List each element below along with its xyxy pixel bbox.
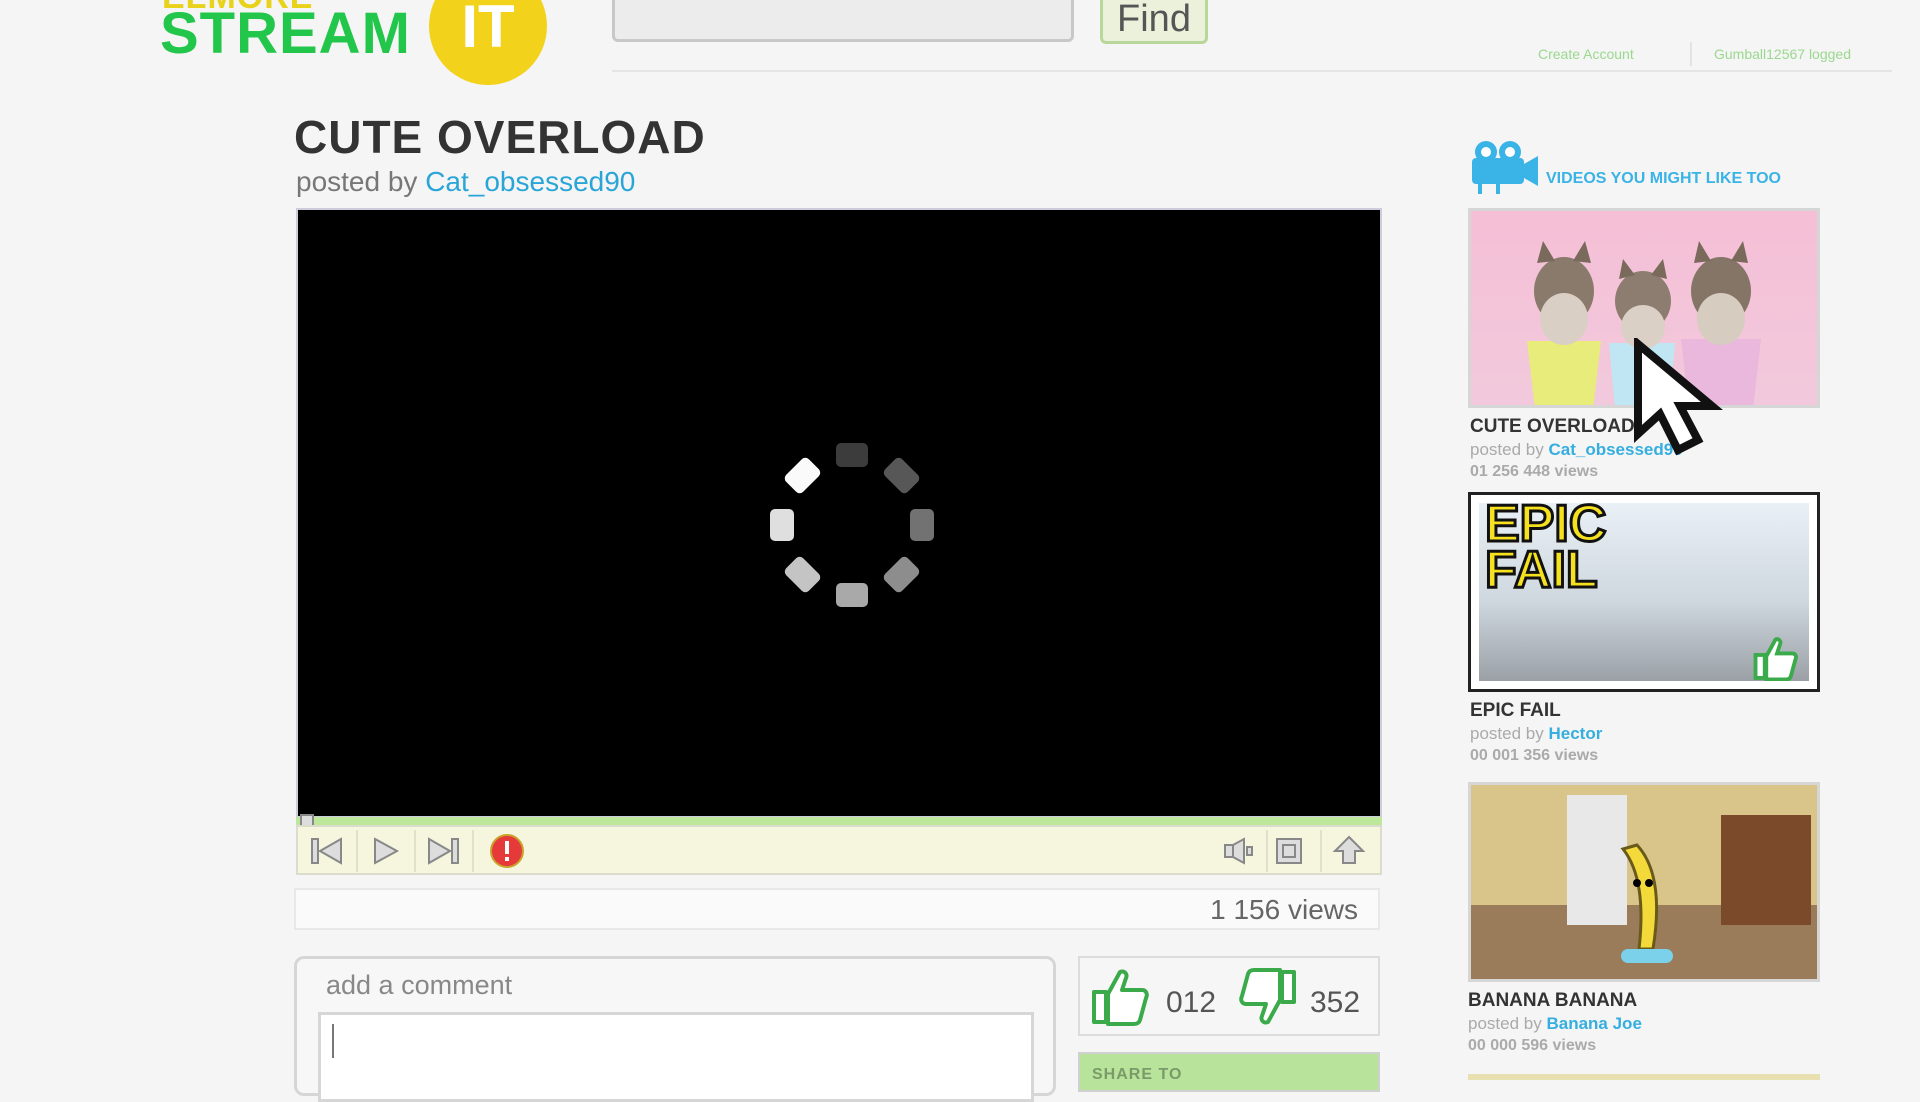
spinner-segment xyxy=(784,556,821,593)
video-author-link[interactable]: Cat_obsessed90 xyxy=(425,166,635,197)
like-count: 012 xyxy=(1166,986,1217,1019)
recommended-views: 00 000 596 views xyxy=(1468,1037,1597,1054)
recommendations-header: VIDEOS YOU MIGHT LIKE TOO xyxy=(1546,170,1781,187)
recommended-posted-by: posted by Banana Joe xyxy=(1468,1014,1642,1034)
volume-icon[interactable] xyxy=(1212,832,1266,870)
skip-back-icon[interactable] xyxy=(300,832,354,870)
spinner-segment xyxy=(883,457,920,494)
posted-by-label: posted by xyxy=(1470,440,1544,459)
fullscreen-icon[interactable] xyxy=(1262,832,1316,870)
spinner-segment xyxy=(770,509,794,541)
thumbs-up-icon[interactable] xyxy=(1090,966,1154,1026)
alert-icon[interactable] xyxy=(480,832,534,870)
posted-by-label: posted by xyxy=(296,166,418,197)
views-bar: 1 156 views xyxy=(294,888,1380,930)
recommended-title[interactable]: EPIC FAIL xyxy=(1470,700,1561,722)
spinner-segment xyxy=(883,556,920,593)
comment-input[interactable] xyxy=(318,1012,1034,1102)
video-camera-icon xyxy=(1472,141,1538,194)
video-posted-by: posted by Cat_obsessed90 xyxy=(296,166,635,198)
posted-by-label: posted by xyxy=(1468,1014,1542,1033)
search-input[interactable] xyxy=(612,0,1074,42)
recommended-title[interactable]: BANANA BANANA xyxy=(1468,990,1637,1012)
skip-forward-icon[interactable] xyxy=(416,832,470,870)
video-thumbnail-epic-fail[interactable]: EPIC FAIL xyxy=(1468,492,1820,692)
video-thumbnail-banana-banana[interactable] xyxy=(1468,782,1820,982)
spinner-segment xyxy=(784,457,821,494)
recommended-author-link[interactable]: Hector xyxy=(1548,724,1602,743)
video-title: CUTE OVERLOAD xyxy=(294,111,706,163)
recommended-views: 00 001 356 views xyxy=(1470,747,1599,764)
logo-text[interactable]: STREAM xyxy=(160,0,411,67)
create-account-link[interactable]: Create Account xyxy=(1538,46,1634,62)
recommended-author-link[interactable]: Banana Joe xyxy=(1546,1014,1641,1033)
find-button[interactable]: Find xyxy=(1100,0,1208,44)
mouse-cursor-icon xyxy=(1634,338,1724,456)
thumbs-up-icon xyxy=(1753,637,1798,681)
recommended-posted-by: posted by Hector xyxy=(1470,724,1602,744)
recommended-views: 01 256 448 views xyxy=(1470,463,1599,480)
control-divider xyxy=(472,830,474,872)
play-icon[interactable] xyxy=(358,832,412,870)
logo-badge[interactable]: IT xyxy=(429,0,547,85)
text-caret xyxy=(332,1024,334,1058)
comment-label: add a comment xyxy=(326,970,513,1000)
thumbs-down-icon[interactable] xyxy=(1234,968,1298,1028)
spinner-segment xyxy=(910,509,934,541)
header-divider xyxy=(1690,42,1692,66)
recommended-title[interactable]: CUTE OVERLOAD xyxy=(1470,416,1635,438)
spinner-segment xyxy=(836,583,868,607)
view-count: 1 156 views xyxy=(1210,894,1358,925)
next-thumbnail-edge xyxy=(1468,1074,1820,1080)
header-divider-line xyxy=(612,70,1892,72)
epic-fail-overlay-text-2: FAIL xyxy=(1484,541,1600,599)
posted-by-label: posted by xyxy=(1470,724,1544,743)
loading-spinner-icon xyxy=(770,443,934,607)
logged-user-link[interactable]: Gumball12567 logged xyxy=(1714,46,1851,62)
banana-room-image xyxy=(1471,785,1817,979)
share-label: SHARE TO xyxy=(1092,1066,1183,1083)
progress-bar[interactable] xyxy=(296,817,1382,825)
spinner-segment xyxy=(836,443,868,467)
dislike-count: 352 xyxy=(1310,986,1361,1019)
share-upload-icon[interactable] xyxy=(1322,832,1376,870)
